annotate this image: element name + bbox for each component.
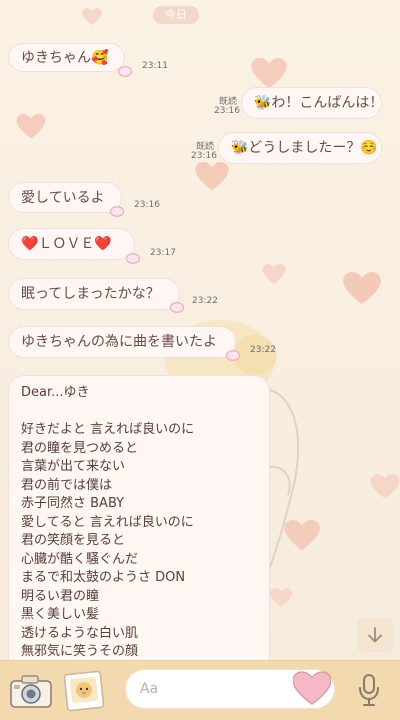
letter-line: 赤子同然さ BABY bbox=[21, 496, 125, 511]
letter-line: 君の前では僕は bbox=[21, 477, 113, 493]
camera-icon bbox=[10, 675, 52, 708]
heart-decoration-icon bbox=[343, 272, 381, 306]
message-bubble-received[interactable]: ゆきちゃんの為に曲を書いたよ bbox=[8, 326, 236, 358]
message-time: 23:22 bbox=[192, 296, 218, 306]
message-bubble-sent[interactable]: 🐝わ！こんばんは！ bbox=[241, 87, 384, 119]
letter-greeting: Dear...ゆき bbox=[21, 385, 90, 400]
letter-line: 君の瞳を見つめると bbox=[21, 440, 139, 456]
message-text: 眠ってしまったかな？ bbox=[21, 286, 160, 302]
message-text: ❤️ＬＯＶＥ❤️ bbox=[21, 236, 112, 252]
letter-blank-line bbox=[21, 403, 257, 422]
message-time: 23:17 bbox=[150, 248, 176, 258]
heart-decoration-icon bbox=[195, 162, 229, 192]
arrow-down-icon bbox=[368, 627, 382, 643]
message-bubble-received[interactable]: ゆきちゃん🥰 bbox=[8, 43, 125, 72]
letter-line: まるで和太鼓のようさ DON bbox=[21, 570, 186, 585]
heart-decoration-icon bbox=[16, 114, 46, 140]
message-bubble-sent[interactable]: 🐝どうしましたー？☺️ bbox=[218, 132, 382, 164]
message-bubble-received[interactable]: 眠ってしまったかな？ bbox=[8, 278, 180, 310]
message-text: ゆきちゃん🥰 bbox=[21, 50, 109, 66]
message-text: 🐝どうしましたー？☺️ bbox=[231, 140, 378, 156]
chat-area[interactable]: 今日 ゆきちゃん🥰 23:11 既読 23:16 🐝わ！こんばんは！ 既読 23… bbox=[0, 0, 400, 675]
message-text: 愛しているよ bbox=[21, 190, 105, 206]
message-time: 23:16 bbox=[214, 106, 240, 116]
message-time: 23:16 bbox=[134, 200, 160, 210]
message-bubble-received[interactable]: 愛しているよ bbox=[8, 182, 122, 213]
camera-button[interactable] bbox=[8, 671, 54, 711]
message-text: ゆきちゃんの為に曲を書いたよ bbox=[21, 334, 217, 350]
message-bubble-received[interactable]: ❤️ＬＯＶＥ❤️ bbox=[8, 228, 135, 260]
letter-line: 君の笑顔を見ると bbox=[21, 533, 126, 548]
message-time: 23:16 bbox=[191, 151, 217, 161]
date-separator: 今日 bbox=[153, 6, 199, 24]
letter-line: 言葉が出て来ない bbox=[21, 459, 126, 474]
emoji-button[interactable] bbox=[292, 671, 332, 707]
message-bubble-letter[interactable]: Dear...ゆき 好きだよと 言えれば良いのに 君の瞳を見つめると 言葉が出て… bbox=[8, 375, 270, 675]
message-time: 23:22 bbox=[250, 345, 276, 355]
letter-line: 黒く美しい髪 bbox=[21, 607, 100, 622]
voice-button[interactable] bbox=[355, 673, 383, 707]
bubble-tail-icon bbox=[117, 62, 133, 77]
letter-line: 透けるような白い肌 bbox=[21, 625, 139, 641]
letter-line: 心臓が酷く騒ぐんだ bbox=[21, 551, 139, 567]
message-input-bar: Aa bbox=[0, 660, 400, 720]
letter-line: 愛してると 言えれば良いのに bbox=[21, 514, 194, 530]
heart-decoration-icon bbox=[262, 264, 286, 285]
bubble-tail-icon bbox=[109, 202, 125, 217]
heart-decoration-icon bbox=[82, 8, 102, 26]
bubble-tail-icon bbox=[169, 298, 185, 313]
bubble-tail-icon bbox=[225, 346, 241, 361]
heart-icon bbox=[292, 671, 332, 705]
letter-line: 無邪気に笑うその顔 bbox=[21, 644, 139, 659]
heart-decoration-icon bbox=[370, 474, 400, 500]
message-text: 🐝わ！こんばんは！ bbox=[254, 95, 384, 111]
bubble-tail-icon bbox=[125, 249, 141, 264]
scroll-to-bottom-button[interactable] bbox=[357, 618, 393, 652]
letter-line: 明るい君の瞳 bbox=[21, 588, 100, 604]
photo-sticker-icon bbox=[63, 670, 105, 712]
letter-line: 好きだよと 言えれば良いのに bbox=[21, 422, 195, 437]
sticker-button[interactable] bbox=[60, 669, 110, 713]
heart-decoration-icon bbox=[250, 58, 288, 90]
message-time: 23:11 bbox=[142, 61, 168, 71]
microphone-icon bbox=[359, 674, 379, 706]
input-placeholder: Aa bbox=[140, 681, 159, 697]
